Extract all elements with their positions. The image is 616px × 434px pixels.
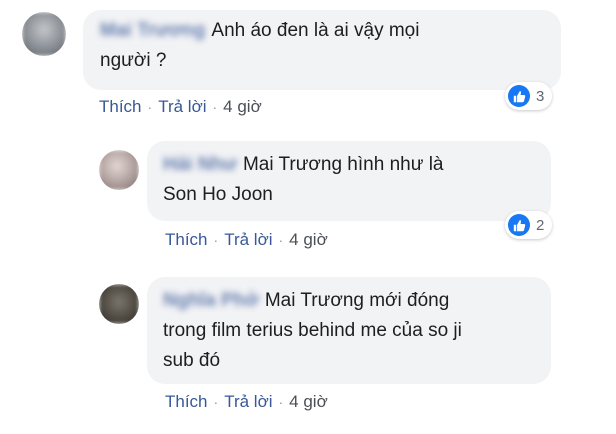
comment-bubble: Mai Trương Anh áo đen là ai vậy mọi người… xyxy=(83,10,561,90)
reaction-count: 2 xyxy=(536,216,545,234)
comment-timestamp[interactable]: 4 giờ xyxy=(289,392,328,412)
separator: · xyxy=(213,232,219,248)
comment-text: Hải Như Mai Trương hình như là Son Ho Joo… xyxy=(163,150,444,210)
reaction-count: 3 xyxy=(536,87,545,105)
comment-bubble: Nghĩa Phở Mai Trương mới đóng trong film … xyxy=(147,277,551,384)
avatar[interactable] xyxy=(99,150,139,190)
reply-link[interactable]: Trả lời xyxy=(224,230,272,250)
comment-actions: Thích · Trả lời · 4 giờ xyxy=(99,97,262,117)
comment-author[interactable]: Nghĩa Phở xyxy=(163,286,259,316)
comment-timestamp[interactable]: 4 giờ xyxy=(289,230,328,250)
like-link[interactable]: Thích xyxy=(165,230,208,250)
reaction-badge[interactable]: 3 xyxy=(505,82,553,110)
separator: · xyxy=(213,394,219,410)
separator: · xyxy=(147,99,153,115)
reaction-badge[interactable]: 2 xyxy=(505,211,553,239)
comment-timestamp[interactable]: 4 giờ xyxy=(223,97,262,117)
like-icon xyxy=(508,85,530,107)
comment-text: Nghĩa Phở Mai Trương mới đóng trong film … xyxy=(163,286,462,376)
comment-bubble: Hải Như Mai Trương hình như là Son Ho Joo… xyxy=(147,141,551,221)
comment-actions: Thích · Trả lời · 4 giờ xyxy=(165,230,328,250)
separator: · xyxy=(278,232,284,248)
comment-actions: Thích · Trả lời · 4 giờ xyxy=(165,392,328,412)
avatar[interactable] xyxy=(22,12,66,56)
like-link[interactable]: Thích xyxy=(99,97,142,117)
comment-author[interactable]: Hải Như xyxy=(163,150,237,180)
avatar[interactable] xyxy=(99,284,139,324)
comment-text: Mai Trương Anh áo đen là ai vậy mọi người… xyxy=(100,16,419,76)
separator: · xyxy=(278,394,284,410)
comment-author[interactable]: Mai Trương xyxy=(100,16,205,46)
like-icon xyxy=(508,214,530,236)
like-link[interactable]: Thích xyxy=(165,392,208,412)
separator: · xyxy=(212,99,218,115)
reply-link[interactable]: Trả lời xyxy=(158,97,206,117)
reply-link[interactable]: Trả lời xyxy=(224,392,272,412)
